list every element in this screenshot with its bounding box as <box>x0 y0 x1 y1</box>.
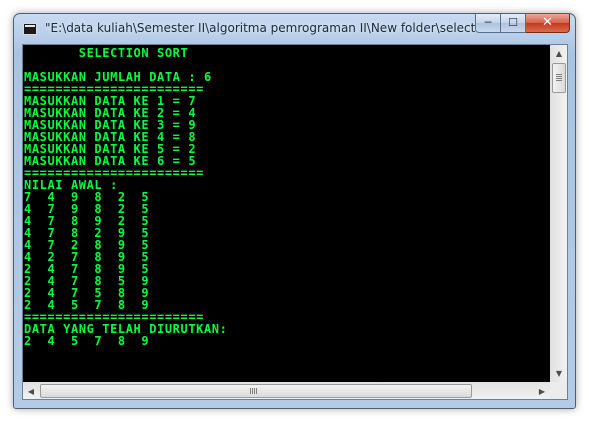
console-app-icon[interactable] <box>23 23 37 35</box>
maximize-button[interactable]: ☐ <box>501 14 526 33</box>
scroll-right-arrow-icon[interactable]: ▶ <box>534 383 550 400</box>
close-button[interactable]: ✕ <box>526 14 570 33</box>
horizontal-scrollbar[interactable]: ◀ ▶ <box>23 382 550 399</box>
vertical-scroll-thumb[interactable] <box>552 63 566 93</box>
window-title: "E:\data kuliah\Semester II\algoritma pe… <box>45 21 475 35</box>
size-grip-corner <box>550 382 567 399</box>
scroll-up-arrow-icon[interactable]: ▲ <box>551 45 567 62</box>
scroll-down-arrow-icon[interactable]: ▼ <box>551 365 567 382</box>
console-client-area: SELECTION SORT MASUKKAN JUMLAH DATA : 6 ==… <box>22 44 568 400</box>
horizontal-scroll-thumb[interactable] <box>40 384 472 398</box>
console-window: "E:\data kuliah\Semester II\algoritma pe… <box>13 13 576 409</box>
grip-icon <box>556 74 562 82</box>
minimize-button[interactable]: ─ <box>475 14 501 33</box>
title-bar[interactable]: "E:\data kuliah\Semester II\algoritma pe… <box>14 14 575 44</box>
caption-buttons: ─ ☐ ✕ <box>475 14 570 34</box>
console-line: 2 4 5 7 8 9 <box>24 334 150 348</box>
grip-icon <box>250 388 258 394</box>
scroll-left-arrow-icon[interactable]: ◀ <box>23 383 39 400</box>
console-line: SELECTION SORT <box>24 46 189 60</box>
console-output[interactable]: SELECTION SORT MASUKKAN JUMLAH DATA : 6 ==… <box>23 45 550 382</box>
vertical-scrollbar[interactable]: ▲ ▼ <box>550 45 567 382</box>
